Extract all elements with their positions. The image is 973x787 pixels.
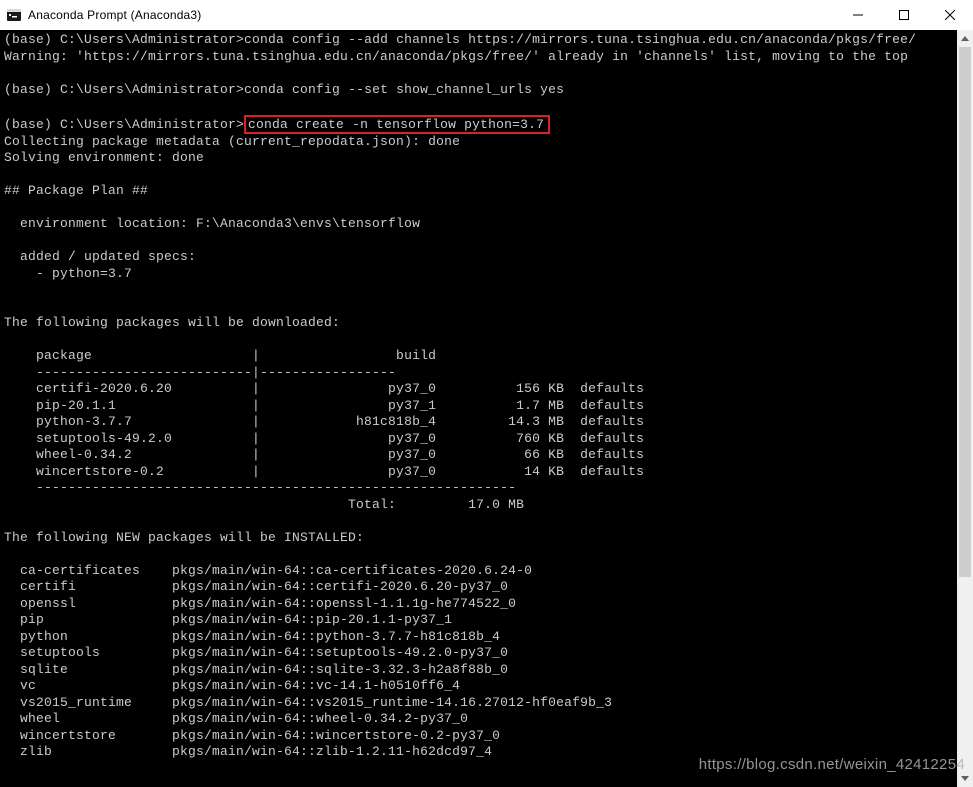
maximize-button[interactable] <box>881 0 927 30</box>
install-row: sqlite pkgs/main/win-64::sqlite-3.32.3-h… <box>4 662 508 677</box>
table-row: setuptools-49.2.0 | py37_0 760 KB defaul… <box>4 431 644 446</box>
table-divider: ----------------------------------------… <box>4 480 516 495</box>
watermark-text: https://blog.csdn.net/weixin_42412254 <box>699 756 965 773</box>
install-row: wheel pkgs/main/win-64::wheel-0.34.2-py3… <box>4 711 468 726</box>
table-row: wheel-0.34.2 | py37_0 66 KB defaults <box>4 447 644 462</box>
install-row: openssl pkgs/main/win-64::openssl-1.1.1g… <box>4 596 516 611</box>
terminal-command: conda config --set show_channel_urls yes <box>244 82 564 97</box>
install-row: vs2015_runtime pkgs/main/win-64::vs2015_… <box>4 695 612 710</box>
scroll-up-button[interactable] <box>957 30 973 47</box>
env-location: environment location: F:\Anaconda3\envs\… <box>4 216 420 231</box>
scrollbar-thumb[interactable] <box>959 47 971 577</box>
close-button[interactable] <box>927 0 973 30</box>
terminal-prompt: (base) C:\Users\Administrator> <box>4 117 244 132</box>
table-header: package | build <box>4 348 436 363</box>
vertical-scrollbar[interactable] <box>957 30 973 787</box>
install-row: python pkgs/main/win-64::python-3.7.7-h8… <box>4 629 500 644</box>
install-row: vc pkgs/main/win-64::vc-14.1-h0510ff6_4 <box>4 678 460 693</box>
table-row: certifi-2020.6.20 | py37_0 156 KB defaul… <box>4 381 644 396</box>
terminal-output[interactable]: (base) C:\Users\Administrator>conda conf… <box>0 30 973 787</box>
terminal-prompt: (base) C:\Users\Administrator> <box>4 32 244 47</box>
table-total: Total: 17.0 MB <box>4 497 524 512</box>
terminal-warning: Warning: 'https://mirrors.tuna.tsinghua.… <box>4 49 908 64</box>
added-specs-header: added / updated specs: <box>4 249 196 264</box>
terminal-text: Collecting package metadata (current_rep… <box>4 134 460 149</box>
install-row: ca-certificates pkgs/main/win-64::ca-cer… <box>4 563 532 578</box>
table-row: wincertstore-0.2 | py37_0 14 KB defaults <box>4 464 644 479</box>
window-titlebar[interactable]: Anaconda Prompt (Anaconda3) <box>0 0 973 31</box>
install-row: certifi pkgs/main/win-64::certifi-2020.6… <box>4 579 508 594</box>
table-divider: ---------------------------|------------… <box>4 365 396 380</box>
highlighted-command: conda create -n tensorflow python=3.7 <box>244 115 550 134</box>
terminal-prompt: (base) C:\Users\Administrator> <box>4 82 244 97</box>
added-specs-item: - python=3.7 <box>4 266 132 281</box>
install-row: setuptools pkgs/main/win-64::setuptools-… <box>4 645 508 660</box>
minimize-button[interactable] <box>835 0 881 30</box>
package-plan-header: ## Package Plan ## <box>4 183 148 198</box>
install-row: wincertstore pkgs/main/win-64::wincertst… <box>4 728 500 743</box>
window-title: Anaconda Prompt (Anaconda3) <box>28 8 202 22</box>
table-row: pip-20.1.1 | py37_1 1.7 MB defaults <box>4 398 644 413</box>
install-header: The following NEW packages will be INSTA… <box>4 530 364 545</box>
install-row: pip pkgs/main/win-64::pip-20.1.1-py37_1 <box>4 612 452 627</box>
terminal-command: conda config --add channels https://mirr… <box>244 32 916 47</box>
table-row: python-3.7.7 | h81c818b_4 14.3 MB defaul… <box>4 414 644 429</box>
terminal-app-icon <box>6 7 22 23</box>
terminal-text: Solving environment: done <box>4 150 204 165</box>
install-row: zlib pkgs/main/win-64::zlib-1.2.11-h62dc… <box>4 744 492 759</box>
downloads-header: The following packages will be downloade… <box>4 315 340 330</box>
